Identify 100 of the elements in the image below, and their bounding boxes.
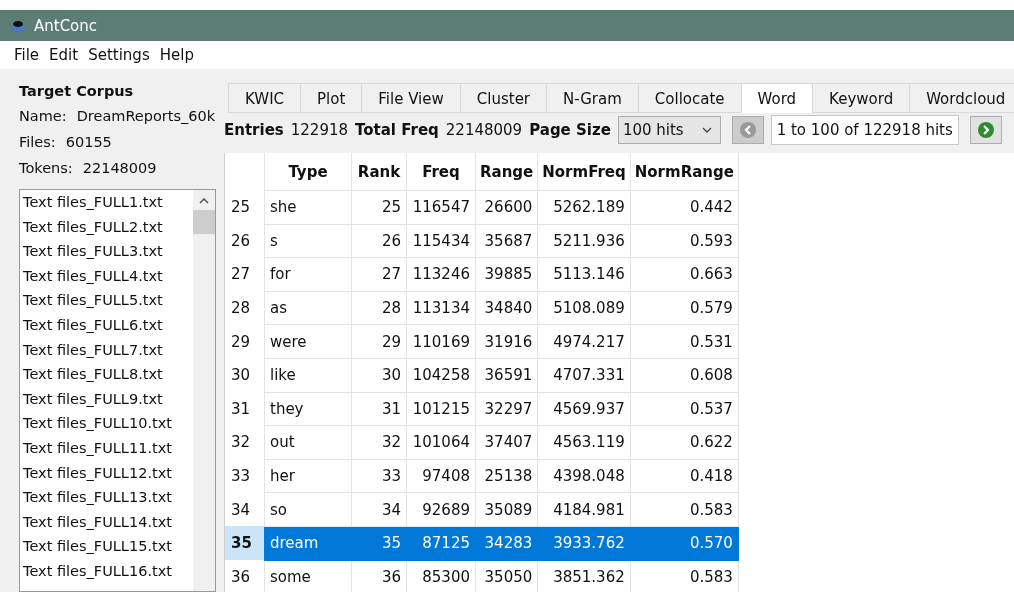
table-cell: 113246 bbox=[406, 257, 476, 292]
table-cell: 32 bbox=[351, 425, 407, 460]
tab[interactable]: Wordcloud bbox=[909, 83, 1014, 113]
field-value: DreamReports_60k bbox=[76, 108, 216, 124]
table-cell: 37407 bbox=[475, 425, 538, 460]
tab[interactable]: Plot bbox=[300, 83, 362, 113]
row-number: 34 bbox=[225, 492, 265, 527]
table-cell: 36591 bbox=[475, 358, 538, 393]
tab[interactable]: Collocate bbox=[637, 83, 741, 113]
table-row[interactable]: 33 her 33 97408 25138 4398.048 0.418 bbox=[225, 459, 739, 493]
table-cell: 27 bbox=[351, 257, 407, 292]
file-item[interactable]: Text files_FULL5.txt bbox=[23, 288, 193, 313]
menu-item[interactable]: Edit bbox=[49, 46, 79, 64]
table-row[interactable]: 30 like 30 104258 36591 4707.331 0.608 bbox=[225, 358, 739, 393]
table-cell: 0.663 bbox=[630, 257, 739, 292]
file-item[interactable]: Text files_FULL16.txt bbox=[23, 558, 193, 584]
table-row[interactable]: 28 as 28 113134 34840 5108.089 0.579 bbox=[225, 291, 739, 325]
page-size-dropdown[interactable]: 100 hits bbox=[617, 116, 721, 144]
tab[interactable]: File View bbox=[361, 83, 460, 113]
column-header[interactable]: NormRange bbox=[630, 153, 739, 191]
table-cell: 0.537 bbox=[630, 392, 739, 426]
file-item[interactable]: Text files_FULL12.txt bbox=[23, 460, 193, 486]
table-cell: for bbox=[264, 257, 352, 292]
file-item[interactable]: Text files_FULL4.txt bbox=[23, 263, 193, 289]
table-cell: 4974.217 bbox=[537, 324, 631, 359]
table-cell: 34 bbox=[351, 492, 407, 527]
table-cell: 25 bbox=[351, 190, 407, 225]
table-cell: 30 bbox=[351, 358, 407, 393]
table-cell: like bbox=[264, 358, 352, 393]
file-item[interactable]: Text files_FULL7.txt bbox=[23, 337, 193, 363]
file-item[interactable]: Text files_FULL14.txt bbox=[23, 509, 193, 535]
table-row[interactable]: 26 s 26 115434 35687 5211.936 0.593 bbox=[225, 224, 739, 258]
file-item[interactable]: Text files_FULL1.txt bbox=[23, 190, 193, 215]
column-header[interactable]: Type bbox=[264, 153, 352, 191]
file-item[interactable]: Text files_FULL9.txt bbox=[23, 386, 193, 412]
table-cell: as bbox=[264, 291, 352, 325]
file-item[interactable]: Text files_FULL13.txt bbox=[23, 485, 193, 510]
file-item[interactable]: Text files_FULL6.txt bbox=[23, 312, 193, 338]
table-row[interactable]: 34 so 34 92689 35089 4184.981 0.583 bbox=[225, 492, 739, 527]
field-label: Name: bbox=[19, 108, 67, 124]
table-row[interactable]: 36 some 36 85300 35050 3851.362 0.583 bbox=[225, 560, 739, 592]
column-header[interactable]: Range bbox=[475, 153, 538, 191]
table-cell: s bbox=[264, 224, 352, 258]
scroll-thumb[interactable] bbox=[193, 210, 215, 234]
table-row[interactable]: 27 for 27 113246 39885 5113.146 0.663 bbox=[225, 257, 739, 292]
row-number: 36 bbox=[225, 560, 265, 592]
table-row[interactable]: 32 out 32 101064 37407 4563.119 0.622 bbox=[225, 425, 739, 460]
tab[interactable]: Word bbox=[740, 83, 813, 113]
table-cell: 26600 bbox=[475, 190, 538, 225]
table-row[interactable]: 31 they 31 101215 32297 4569.937 0.537 bbox=[225, 392, 739, 426]
table-row[interactable]: 29 were 29 110169 31916 4974.217 0.531 bbox=[225, 324, 739, 359]
table-cell: 0.593 bbox=[630, 224, 739, 258]
table-cell: 35687 bbox=[475, 224, 538, 258]
entries-value: 122918 bbox=[290, 121, 348, 139]
row-number: 31 bbox=[225, 392, 265, 426]
table-cell: 32297 bbox=[475, 392, 538, 426]
table-cell: 3933.762 bbox=[537, 526, 631, 561]
menu-item[interactable]: Settings bbox=[88, 46, 150, 64]
page-size-label: Page Size bbox=[529, 121, 611, 139]
table-cell: 5108.089 bbox=[537, 291, 631, 325]
row-number: 35 bbox=[225, 526, 265, 561]
table-row[interactable]: 35 dream 35 87125 34283 3933.762 0.570 bbox=[225, 526, 739, 561]
file-item[interactable]: Text files_FULL2.txt bbox=[23, 214, 193, 240]
hits-range-field[interactable]: 1 to 100 of 122918 hits bbox=[770, 115, 959, 145]
next-button[interactable] bbox=[969, 116, 1002, 144]
scroll-up-icon[interactable] bbox=[199, 198, 209, 204]
menu-item[interactable]: File bbox=[14, 46, 40, 64]
table-cell: 26 bbox=[351, 224, 407, 258]
table-cell: 115434 bbox=[406, 224, 476, 258]
table-row[interactable]: 25 she 25 116547 26600 5262.189 0.442 bbox=[225, 190, 739, 225]
table-cell: 101215 bbox=[406, 392, 476, 426]
field-label: Tokens: bbox=[19, 160, 73, 176]
column-header[interactable]: Freq bbox=[406, 153, 476, 191]
file-item[interactable]: Text files_FULL8.txt bbox=[23, 362, 193, 387]
file-item[interactable]: Text files_FULL11.txt bbox=[23, 435, 193, 461]
table-cell: dream bbox=[264, 526, 352, 561]
table-cell: 87125 bbox=[406, 526, 476, 561]
table-cell: 33 bbox=[351, 459, 407, 493]
file-item[interactable]: Text files_FULL3.txt bbox=[23, 239, 193, 264]
tab[interactable]: N-Gram bbox=[546, 83, 638, 113]
file-item[interactable]: Text files_FULL10.txt bbox=[23, 411, 193, 436]
table-cell: so bbox=[264, 492, 352, 527]
table-cell: 5262.189 bbox=[537, 190, 631, 225]
menu-item[interactable]: Help bbox=[159, 46, 194, 64]
file-item[interactable]: Text files_FULL15.txt bbox=[23, 534, 193, 559]
table-cell: 35 bbox=[351, 526, 407, 561]
table-cell: 28 bbox=[351, 291, 407, 325]
table-cell: 0.442 bbox=[630, 190, 739, 225]
tab[interactable]: Keyword bbox=[812, 83, 910, 113]
column-header[interactable]: NormFreq bbox=[537, 153, 631, 191]
total-freq-value: 22148009 bbox=[445, 121, 523, 139]
table-cell: 4398.048 bbox=[537, 459, 631, 493]
scrollbar[interactable] bbox=[193, 190, 215, 591]
row-number: 33 bbox=[225, 459, 265, 493]
table-cell: 0.570 bbox=[630, 526, 739, 561]
column-header[interactable]: Rank bbox=[351, 153, 407, 191]
tab[interactable]: KWIC bbox=[228, 83, 301, 113]
tab[interactable]: Cluster bbox=[459, 83, 547, 113]
table-cell: 4707.331 bbox=[537, 358, 631, 393]
table-cell: her bbox=[264, 459, 352, 493]
